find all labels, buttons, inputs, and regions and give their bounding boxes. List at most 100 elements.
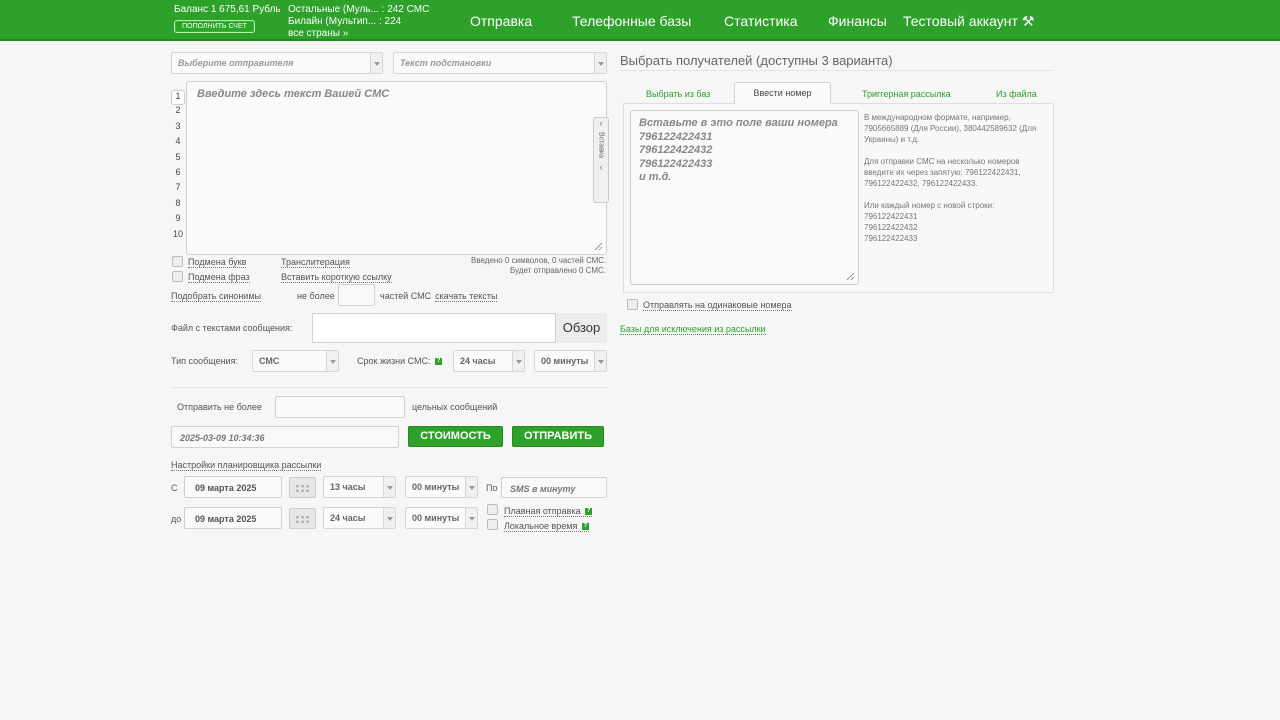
lifetime-label-text: Срок жизни СМС: — [357, 356, 431, 366]
sender-select-placeholder: Выберите отправителя — [178, 58, 294, 68]
symbol-counter: Введено 0 символов, 0 частей СМС. — [471, 256, 607, 265]
to-hours-select[interactable]: 24 часы — [323, 507, 396, 529]
operator-count: 224 — [384, 16, 402, 27]
line-number: 5 — [175, 151, 181, 162]
top-bar: Баланс 1 675,61 Рубль ПОПОЛНИТЬ СЧЕТ Ост… — [0, 0, 1280, 41]
synonyms-link[interactable]: Подобрать синонимы — [171, 291, 261, 302]
file-label: Файл с текстами сообщения: — [171, 323, 293, 333]
operator-row: Билайн (Мультип... : 224 — [288, 16, 429, 28]
sms-text-area[interactable]: Введите здесь текст Вашей СМС — [186, 81, 607, 255]
nav-phone-bases[interactable]: Телефонные базы — [572, 13, 691, 29]
to-label: до — [171, 514, 182, 524]
parts-limit-input[interactable] — [338, 284, 375, 306]
line-number: 1 — [171, 90, 185, 106]
date-from-input[interactable]: 09 марта 2025 — [184, 476, 282, 498]
sms-per-minute-input[interactable]: SMS в минуту — [501, 477, 607, 498]
calendar-icon[interactable] — [289, 508, 316, 529]
lifetime-hours-select[interactable]: 24 часы — [453, 350, 525, 372]
exclusion-bases-link[interactable]: Базы для исключения из рассылки — [620, 324, 766, 335]
send-datetime-value: 2025-03-09 10:34:36 — [180, 433, 265, 443]
smooth-send-label[interactable]: Плавная отправка ? — [504, 506, 593, 517]
substitution-select[interactable]: Текст подстановки — [393, 52, 607, 74]
divider — [171, 387, 607, 388]
hint-format: В международном формате, например, 79056… — [864, 113, 1037, 144]
send-duplicates-checkbox[interactable] — [627, 299, 638, 310]
insert-side-tab[interactable]: ‹ Вставка ‹ — [593, 117, 609, 203]
line-numbers: 1 2 3 4 5 6 7 8 9 10 — [171, 90, 185, 244]
chevron-down-icon — [465, 508, 477, 528]
chevron-down-icon — [594, 351, 606, 371]
line-number: 7 — [175, 182, 181, 193]
no-more-label: не более — [297, 291, 335, 301]
cost-button[interactable]: СТОИМОСТЬ — [408, 426, 503, 447]
send-button[interactable]: ОТПРАВИТЬ — [512, 426, 604, 447]
recipients-title: Выбрать получателей (доступны 3 варианта… — [620, 53, 893, 68]
chevron-down-icon — [370, 53, 382, 73]
transliteration-link[interactable]: Транслитерация — [281, 257, 350, 268]
short-link-link[interactable]: Вставить короткую ссылку — [281, 272, 392, 283]
date-to-input[interactable]: 09 марта 2025 — [184, 507, 282, 529]
sms-text-placeholder: Введите здесь текст Вашей СМС — [197, 88, 390, 100]
help-icon[interactable]: ? — [585, 508, 593, 516]
from-label: С — [171, 483, 178, 493]
from-hours-select[interactable]: 13 часы — [323, 476, 396, 498]
hint-newline-title: Или каждый номер с новой строки: — [864, 201, 995, 210]
hint-example-number: 796122422433 — [864, 234, 918, 243]
tab-trigger-mailing[interactable]: Триггерная рассылка — [862, 89, 951, 99]
to-minutes-select[interactable]: 00 минуты — [405, 507, 478, 529]
send-datetime-input[interactable]: 2025-03-09 10:34:36 — [171, 426, 399, 448]
local-time-text: Локальное время — [504, 521, 578, 531]
to-hours-value: 24 часы — [330, 513, 366, 523]
substitution-select-placeholder: Текст подстановки — [400, 58, 492, 68]
line-number: 3 — [175, 120, 181, 131]
local-time-label[interactable]: Локальное время ? — [504, 521, 589, 532]
resize-handle-icon[interactable] — [595, 243, 602, 250]
lifetime-minutes-value: 00 минуты — [541, 356, 589, 366]
nav-test-account[interactable]: Тестовый аккаунт ⚒ — [903, 13, 1034, 30]
tab-select-from-bases[interactable]: Выбрать из баз — [646, 89, 710, 99]
all-countries-link[interactable]: все страны » — [288, 28, 429, 40]
tab-from-file[interactable]: Из файла — [996, 89, 1037, 99]
sender-select[interactable]: Выберите отправителя — [171, 52, 383, 74]
browse-button[interactable]: Обзор — [555, 313, 607, 343]
replace-letters-checkbox[interactable] — [172, 256, 183, 267]
to-minutes-value: 00 минуты — [412, 513, 460, 523]
tab-enter-number[interactable]: Ввести номер — [734, 82, 831, 104]
smooth-send-text: Плавная отправка — [504, 506, 581, 516]
nav-send[interactable]: Отправка — [470, 13, 532, 29]
tools-icon: ⚒ — [1021, 13, 1035, 29]
message-type-select[interactable]: СМС — [252, 350, 339, 372]
chevron-left-icon: ‹ — [599, 162, 603, 173]
calendar-icon[interactable] — [289, 477, 316, 498]
lifetime-minutes-select[interactable]: 00 минуты — [534, 350, 607, 372]
replace-phrases-checkbox[interactable] — [172, 271, 183, 282]
send-max-input[interactable] — [275, 396, 405, 418]
download-texts-link[interactable]: скачать тексты — [435, 291, 498, 302]
line-number: 2 — [175, 105, 181, 116]
help-icon[interactable]: ? — [435, 358, 443, 366]
numbers-placeholder-line: и т.д. — [639, 171, 672, 183]
lifetime-hours-value: 24 часы — [460, 356, 496, 366]
hint-example-number: 796122422431 — [864, 212, 918, 221]
line-number: 10 — [172, 228, 183, 239]
line-number: 8 — [175, 197, 181, 208]
message-type-label: Тип сообщения: — [171, 356, 238, 366]
numbers-text-area[interactable]: Вставьте в это поле ваши номера 79612242… — [630, 110, 859, 285]
chevron-down-icon — [383, 477, 395, 497]
scheduler-link[interactable]: Настройки планировщика рассылки — [171, 460, 322, 471]
chevron-down-icon — [326, 351, 338, 371]
nav-statistics[interactable]: Статистика — [724, 13, 798, 29]
smooth-send-checkbox[interactable] — [487, 504, 498, 515]
message-type-value: СМС — [259, 356, 280, 366]
replace-letters-label[interactable]: Подмена букв — [188, 257, 247, 268]
nav-finance[interactable]: Финансы — [828, 13, 887, 29]
from-minutes-select[interactable]: 00 минуты — [405, 476, 478, 498]
help-icon[interactable]: ? — [581, 523, 589, 531]
send-duplicates-label[interactable]: Отправлять на одинаковые номера — [643, 300, 792, 311]
local-time-checkbox[interactable] — [487, 519, 498, 530]
resize-handle-icon[interactable] — [847, 273, 854, 280]
topup-button[interactable]: ПОПОЛНИТЬ СЧЕТ — [174, 20, 255, 33]
hint-comma: Для отправки СМС на несколько номеров вв… — [864, 157, 1021, 188]
balance-text: Баланс 1 675,61 Рубль — [174, 4, 281, 15]
replace-phrases-label[interactable]: Подмена фраз — [188, 272, 250, 283]
